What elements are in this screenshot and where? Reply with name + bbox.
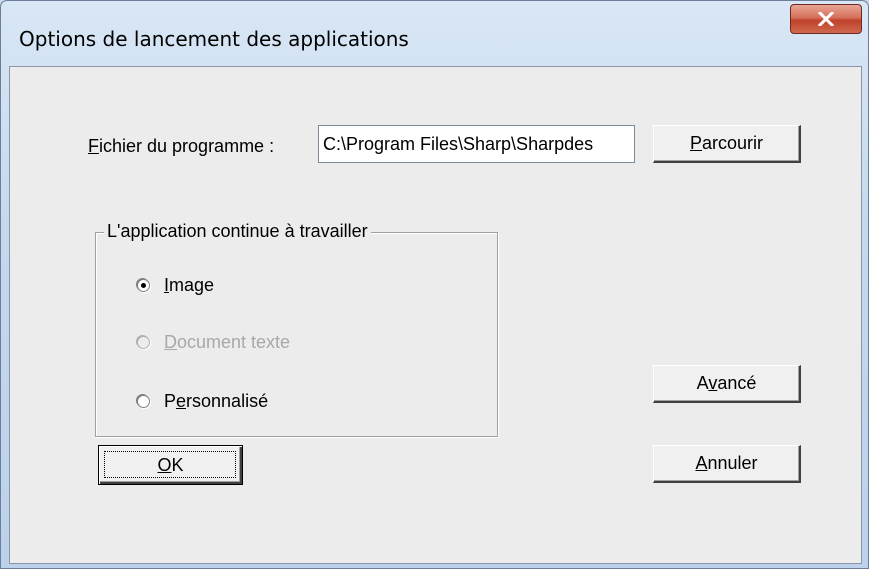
close-button[interactable] <box>790 4 862 34</box>
close-x-icon <box>818 12 834 26</box>
radio-document-text-label: Document texte <box>164 332 291 352</box>
radio-image[interactable]: Image <box>137 275 214 296</box>
program-file-label: Fichier du programme : <box>88 136 275 156</box>
window-title: Options de lancement des applications <box>19 27 409 51</box>
radio-custom-label: Personnalisé <box>164 391 269 411</box>
radio-document-text: Document texte <box>137 332 290 353</box>
dialog-client-area: Fichier du programme : Parcourir L'appli… <box>9 66 862 564</box>
radio-unchecked-icon <box>137 336 150 349</box>
cancel-button[interactable]: Annuler <box>653 445 801 483</box>
advanced-button[interactable]: Avancé <box>653 365 801 403</box>
groupbox-title: L'application continue à travailler <box>104 221 371 242</box>
ok-button[interactable]: OK <box>98 445 243 485</box>
radio-unchecked-icon[interactable] <box>137 395 150 408</box>
browse-button[interactable]: Parcourir <box>653 125 801 163</box>
dialog-window: Options de lancement des applications Fi… <box>0 0 869 569</box>
radio-custom[interactable]: Personnalisé <box>137 391 268 412</box>
radio-checked-icon[interactable] <box>137 279 150 292</box>
program-file-input[interactable] <box>318 125 635 163</box>
radio-image-label: Image <box>164 275 215 295</box>
